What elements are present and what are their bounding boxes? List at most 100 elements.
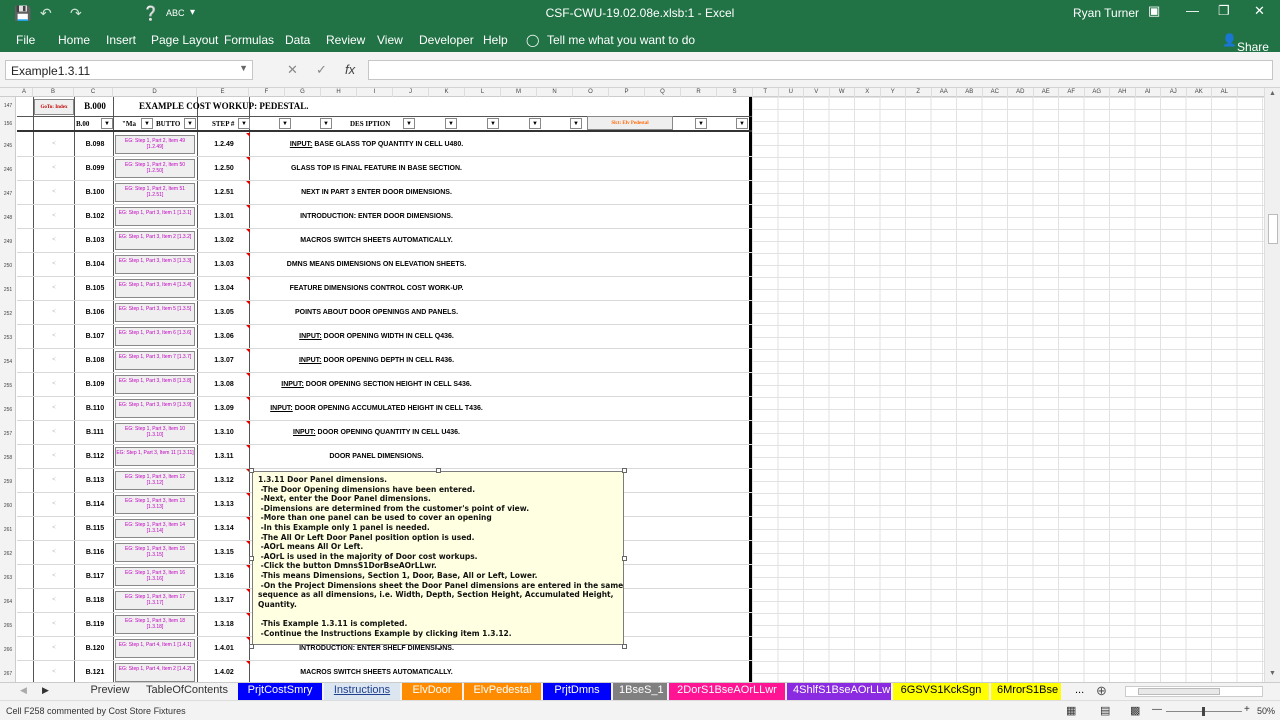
horizontal-scrollbar-thumb[interactable] xyxy=(1138,688,1220,695)
table-row[interactable]: < B.110 EG: Step 1, Part 3, Item 9 [1.3.9]… xyxy=(17,397,752,421)
row-number[interactable]: 258 xyxy=(0,455,16,461)
column-header[interactable]: AG xyxy=(1085,88,1110,97)
column-header[interactable]: J xyxy=(393,88,429,97)
menu-developer[interactable]: Developer xyxy=(419,33,474,47)
column-header[interactable]: X xyxy=(855,88,881,97)
resize-handle[interactable] xyxy=(622,556,627,561)
filter-dropdown-icon[interactable]: ▼ xyxy=(279,118,291,129)
row-number[interactable]: 156 xyxy=(0,121,16,127)
zoom-out-icon[interactable]: — xyxy=(1152,704,1162,715)
column-header[interactable]: AI xyxy=(1136,88,1161,97)
step-button[interactable]: EG: Step 1, Part 3, Item 13 [1.3.13] xyxy=(115,495,195,514)
row-number[interactable]: 147 xyxy=(0,103,16,109)
menu-home[interactable]: Home xyxy=(58,33,90,47)
column-header[interactable]: AC xyxy=(983,88,1008,97)
new-sheet-icon[interactable]: ⊕ xyxy=(1096,683,1107,699)
column-header[interactable]: R xyxy=(681,88,717,97)
step-button[interactable]: EG: Step 1, Part 3, Item 16 [1.3.16] xyxy=(115,567,195,586)
table-row[interactable]: < B.105 EG: Step 1, Part 3, Item 4 [1.3.4]… xyxy=(17,277,752,301)
filter-dropdown-icon[interactable]: ▼ xyxy=(238,118,250,129)
column-header[interactable]: W xyxy=(830,88,855,97)
menu-view[interactable]: View xyxy=(377,33,403,47)
column-header[interactable]: AD xyxy=(1008,88,1034,97)
step-button[interactable]: EG: Step 1, Part 3, Item 8 [1.3.8] xyxy=(115,375,195,394)
column-header[interactable]: I xyxy=(357,88,393,97)
formula-input[interactable] xyxy=(368,60,1273,80)
horizontal-scrollbar[interactable] xyxy=(1125,686,1263,697)
step-button[interactable]: EG: Step 1, Part 3, Item 5 [1.3.5] xyxy=(115,303,195,322)
zoom-in-icon[interactable]: + xyxy=(1244,704,1250,715)
step-button[interactable]: EG: Step 1, Part 3, Item 14 [1.3.14] xyxy=(115,519,195,538)
row-number[interactable]: 250 xyxy=(0,263,16,269)
close-icon[interactable]: ✕ xyxy=(1254,3,1265,19)
tab-scroll-left-icon[interactable]: ◀ xyxy=(20,685,27,696)
enter-icon[interactable]: ✓ xyxy=(316,62,327,78)
column-header[interactable]: AL xyxy=(1212,88,1238,97)
step-button[interactable]: EG: Step 1, Part 3, Item 18 [1.3.18] xyxy=(115,615,195,634)
step-button[interactable]: EG: Step 1, Part 4, Item 2 [1.4.2] xyxy=(115,663,195,682)
column-header[interactable]: S xyxy=(717,88,753,97)
row-number[interactable]: 263 xyxy=(0,575,16,581)
menu-help[interactable]: Help xyxy=(483,33,508,47)
scrollbar-thumb[interactable] xyxy=(1268,214,1278,244)
name-box[interactable]: Example1.3.11 ▼ xyxy=(5,60,253,80)
row-number[interactable]: 260 xyxy=(0,503,16,509)
resize-handle[interactable] xyxy=(249,468,254,473)
scroll-down-icon[interactable]: ▼ xyxy=(1269,670,1276,677)
column-header[interactable]: K xyxy=(429,88,465,97)
row-number[interactable]: 245 xyxy=(0,143,16,149)
row-number[interactable]: 264 xyxy=(0,599,16,605)
column-header[interactable]: AJ xyxy=(1161,88,1187,97)
tab-sheet[interactable]: 2DorS1BseAOrLLwr xyxy=(669,683,785,700)
filter-dropdown-icon[interactable]: ▼ xyxy=(695,118,707,129)
tab-sheet[interactable]: Preview xyxy=(84,683,136,700)
scroll-up-icon[interactable]: ▲ xyxy=(1269,90,1276,97)
row-number[interactable]: 247 xyxy=(0,191,16,197)
column-header[interactable]: H xyxy=(321,88,357,97)
row-number[interactable]: 261 xyxy=(0,527,16,533)
menu-insert[interactable]: Insert xyxy=(106,33,136,47)
zoom-level[interactable]: 50% xyxy=(1257,706,1275,716)
column-header[interactable]: AB xyxy=(957,88,983,97)
step-button[interactable]: EG: Step 1, Part 3, Item 11 [1.3.11] xyxy=(115,447,195,466)
step-button[interactable]: EG: Step 1, Part 3, Item 4 [1.3.4] xyxy=(115,279,195,298)
column-header[interactable]: V xyxy=(804,88,830,97)
table-row[interactable]: < B.108 EG: Step 1, Part 3, Item 7 [1.3.7]… xyxy=(17,349,752,373)
resize-handle[interactable] xyxy=(622,468,627,473)
empty-grid-area[interactable] xyxy=(752,97,1264,682)
user-name[interactable]: Ryan Turner xyxy=(1073,6,1139,20)
step-button[interactable]: EG: Step 1, Part 3, Item 15 [1.3.15] xyxy=(115,543,195,562)
insert-function-icon[interactable]: fx xyxy=(345,62,355,77)
tab-sheet[interactable]: 4ShlfS1BseAOrLLwr xyxy=(787,683,894,700)
restore-icon[interactable]: ❐ xyxy=(1218,3,1230,19)
step-button[interactable]: EG: Step 1, Part 3, Item 17 [1.3.17] xyxy=(115,591,195,610)
table-row[interactable]: < B.099 EG: Step 1, Part 2, Item 50 [1.2.5… xyxy=(17,157,752,181)
column-header[interactable]: Q xyxy=(645,88,681,97)
tab-sheet[interactable]: PrjtDmns xyxy=(543,683,611,700)
column-header[interactable]: M xyxy=(501,88,537,97)
resize-handle[interactable] xyxy=(249,644,254,649)
minimize-icon[interactable]: — xyxy=(1186,3,1199,18)
menu-formulas[interactable]: Formulas xyxy=(224,33,274,47)
filter-dropdown-icon[interactable]: ▼ xyxy=(736,118,748,129)
column-header[interactable]: AF xyxy=(1059,88,1085,97)
column-header[interactable]: Z xyxy=(906,88,932,97)
resize-handle[interactable] xyxy=(249,556,254,561)
step-button[interactable]: EG: Step 1, Part 4, Item 1 [1.4.1] xyxy=(115,639,195,658)
filter-dropdown-icon[interactable]: ▼ xyxy=(141,118,153,129)
row-number[interactable]: 252 xyxy=(0,311,16,317)
row-number[interactable]: 267 xyxy=(0,671,16,677)
column-header[interactable]: F xyxy=(249,88,285,97)
column-header[interactable]: D xyxy=(113,88,197,97)
filter-dropdown-icon[interactable]: ▼ xyxy=(529,118,541,129)
resize-handle[interactable] xyxy=(436,468,441,473)
table-row[interactable]: < B.121 EG: Step 1, Part 4, Item 2 [1.4.2]… xyxy=(17,661,752,682)
cancel-icon[interactable]: ✕ xyxy=(287,62,298,78)
step-button[interactable]: EG: Step 1, Part 2, Item 49 [1.2.49] xyxy=(115,135,195,154)
more-tabs[interactable]: ... xyxy=(1075,684,1084,696)
row-number[interactable]: 248 xyxy=(0,215,16,221)
row-number[interactable]: 259 xyxy=(0,479,16,485)
row-number[interactable]: 262 xyxy=(0,551,16,557)
menu-review[interactable]: Review xyxy=(326,33,365,47)
column-header[interactable]: P xyxy=(609,88,645,97)
